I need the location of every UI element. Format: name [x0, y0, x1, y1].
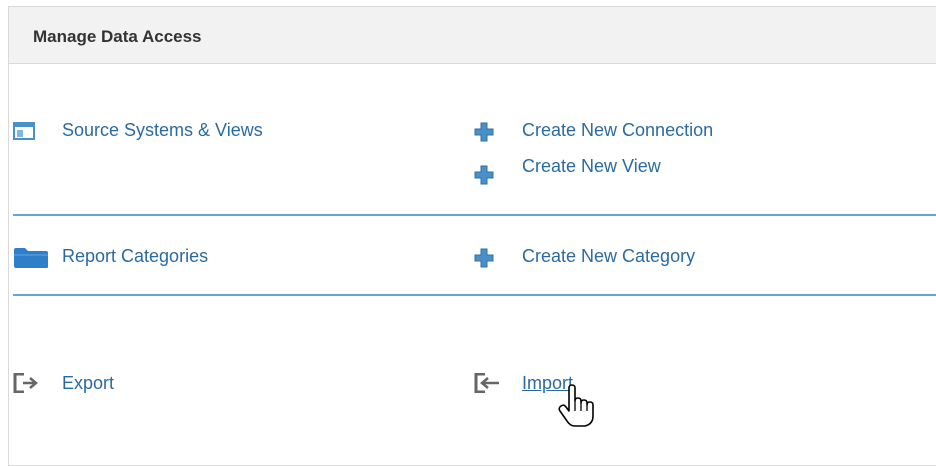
manage-data-access-panel: Manage Data Access	[8, 6, 936, 466]
folder-icon	[13, 247, 49, 269]
plus-icon	[474, 122, 494, 142]
export-link[interactable]: Export	[62, 373, 114, 394]
window-icon	[13, 122, 35, 140]
import-icon	[474, 373, 502, 393]
create-new-category-link[interactable]: Create New Category	[522, 246, 695, 267]
plus-icon	[474, 248, 494, 268]
source-systems-views-link[interactable]: Source Systems & Views	[62, 120, 263, 141]
create-new-connection-link[interactable]: Create New Connection	[522, 120, 713, 141]
hand-pointer-icon	[558, 384, 594, 428]
section-divider	[13, 214, 936, 216]
report-categories-link[interactable]: Report Categories	[62, 246, 208, 267]
plus-icon	[474, 165, 494, 185]
export-icon	[13, 373, 39, 393]
create-new-view-link[interactable]: Create New View	[522, 156, 661, 177]
section-divider	[13, 294, 936, 296]
panel-header: Manage Data Access	[9, 7, 936, 64]
panel-title: Manage Data Access	[33, 27, 202, 46]
